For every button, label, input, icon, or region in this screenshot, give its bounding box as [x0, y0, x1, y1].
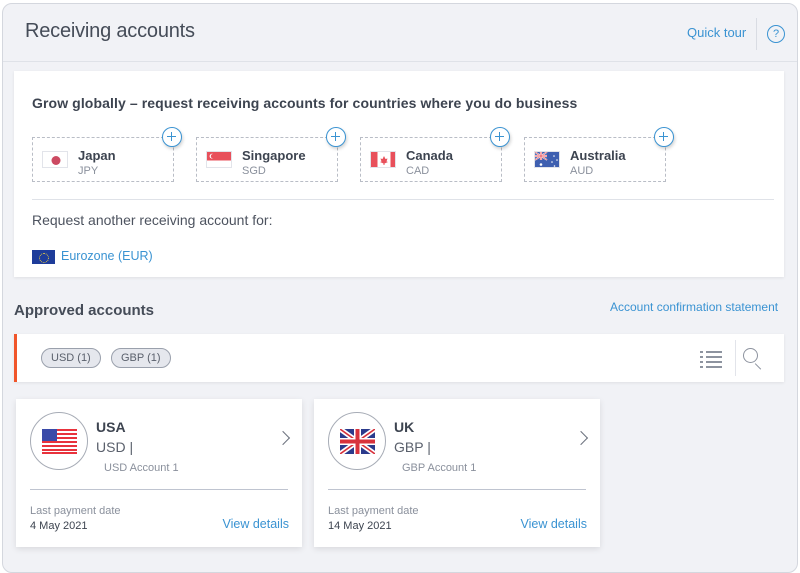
grow-globally-title: Grow globally – request receiving accoun… [32, 95, 578, 111]
singapore-flag-icon [206, 151, 232, 168]
chevron-right-icon[interactable] [573, 430, 589, 446]
country-currency: SGD [242, 165, 266, 177]
country-name: Canada [406, 148, 453, 163]
country-name: Japan [78, 148, 116, 163]
add-canada-button[interactable] [490, 127, 510, 147]
add-australia-button[interactable] [654, 127, 674, 147]
canada-flag-icon [370, 151, 396, 168]
country-tile-japan[interactable]: Japan JPY [32, 127, 182, 182]
list-view-icon[interactable] [700, 350, 722, 368]
card-divider [328, 489, 586, 490]
help-icon[interactable]: ? [767, 25, 785, 43]
usa-flag-icon [42, 429, 77, 454]
eurozone-link-text[interactable]: Eurozone (EUR) [61, 249, 153, 263]
account-card-uk[interactable]: UK GBP | GBP Account 1 Last payment date… [314, 399, 600, 547]
country-tile-singapore[interactable]: Singapore SGD [196, 127, 346, 182]
account-name: GBP Account 1 [402, 462, 477, 474]
filter-chip-gbp[interactable]: GBP (1) [111, 348, 171, 368]
filter-bar: USD (1) GBP (1) [14, 334, 784, 382]
approved-accounts-title: Approved accounts [14, 302, 155, 319]
add-japan-button[interactable] [162, 127, 182, 147]
filter-divider [735, 340, 736, 376]
view-details-link[interactable]: View details [223, 517, 289, 531]
header-divider [756, 18, 757, 50]
grow-globally-card: Grow globally – request receiving accoun… [14, 71, 784, 277]
country-tile-australia[interactable]: Australia AUD [524, 127, 674, 182]
request-another-label: Request another receiving account for: [32, 212, 273, 228]
country-name: Singapore [242, 148, 306, 163]
chevron-right-icon[interactable] [275, 430, 291, 446]
last-payment-date: 14 May 2021 [328, 520, 392, 532]
usa-flag-badge [30, 412, 88, 470]
uk-flag-icon [340, 429, 375, 454]
divider [32, 199, 774, 200]
account-name: USD Account 1 [104, 462, 179, 474]
search-icon[interactable] [743, 348, 765, 370]
uk-flag-badge [328, 412, 386, 470]
country-name: Australia [570, 148, 626, 163]
country-currency: AUD [570, 165, 594, 177]
page-header: Receiving accounts Quick tour ? [3, 4, 797, 62]
japan-flag-icon [42, 151, 68, 168]
account-currency: USD | [96, 439, 134, 455]
country-tile-canada[interactable]: Canada CAD [360, 127, 510, 182]
country-currency: JPY [78, 165, 99, 177]
country-currency: CAD [406, 165, 430, 177]
last-payment-label: Last payment date [30, 505, 121, 517]
account-confirmation-statement-link[interactable]: Account confirmation statement [610, 300, 778, 314]
view-details-link[interactable]: View details [521, 517, 587, 531]
card-divider [30, 489, 288, 490]
add-singapore-button[interactable] [326, 127, 346, 147]
page-title: Receiving accounts [25, 20, 195, 42]
quick-tour-link[interactable]: Quick tour [687, 25, 746, 40]
last-payment-label: Last payment date [328, 505, 419, 517]
filter-chip-usd[interactable]: USD (1) [41, 348, 101, 368]
account-card-usa[interactable]: USA USD | USD Account 1 Last payment dat… [16, 399, 302, 547]
eu-flag-icon [32, 250, 55, 264]
account-currency: GBP | [394, 439, 431, 455]
account-country: USA [96, 419, 126, 435]
australia-flag-icon [534, 151, 560, 168]
last-payment-date: 4 May 2021 [30, 520, 88, 532]
account-country: UK [394, 419, 415, 435]
